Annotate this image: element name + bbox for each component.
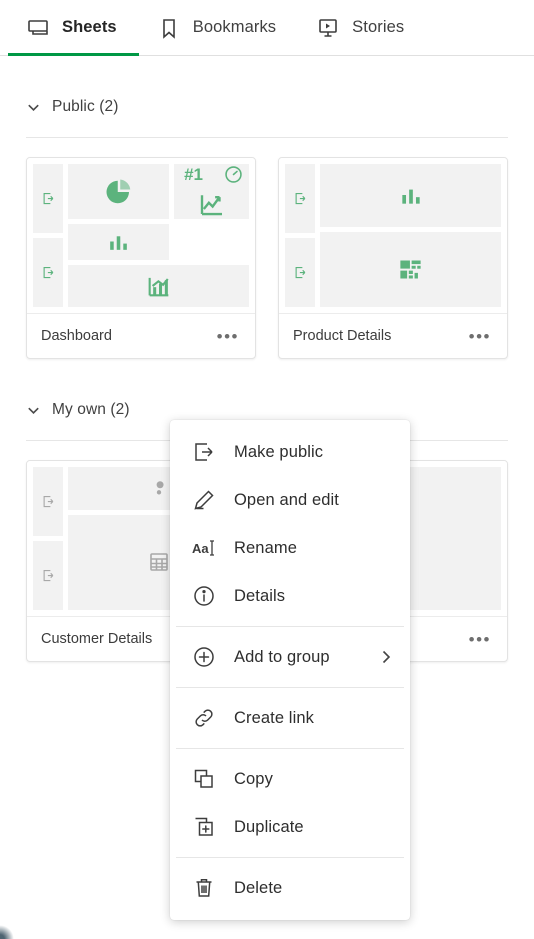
bookmark-icon: [157, 16, 181, 40]
bar-chart-icon: [68, 224, 170, 260]
chevron-down-icon: [26, 403, 41, 418]
menu-item-label: Rename: [234, 538, 297, 557]
menu-item-label: Open and edit: [234, 490, 339, 509]
menu-item-make-public[interactable]: Make public: [170, 428, 410, 476]
sheet-thumbnail: #1: [27, 158, 255, 313]
pencil-edit-icon: [192, 488, 216, 512]
thumbnail-tiles: [320, 164, 501, 307]
filter-pane-icon: [33, 467, 63, 536]
info-circle-icon: [192, 584, 216, 608]
make-public-icon: [192, 440, 216, 464]
sheet-card-dashboard[interactable]: #1 Dashboard •••: [26, 157, 256, 359]
menu-item-label: Duplicate: [234, 817, 304, 836]
chevron-down-icon: [26, 100, 41, 115]
card-more-button[interactable]: •••: [467, 324, 493, 349]
menu-divider: [176, 857, 404, 858]
section-public-title: Public (2): [52, 98, 119, 115]
menu-divider: [176, 687, 404, 688]
thumbnail-rail: [285, 164, 315, 307]
menu-item-copy[interactable]: Copy: [170, 755, 410, 803]
tab-bookmarks-label: Bookmarks: [192, 18, 277, 36]
thumbnail-rail: [33, 467, 63, 610]
card-title: Product Details: [293, 328, 392, 344]
corner-decoration: [0, 925, 14, 939]
tab-sheets[interactable]: Sheets: [8, 0, 139, 56]
menu-item-delete[interactable]: Delete: [170, 864, 410, 912]
section-public: Public (2) #1 Dashboard ••• Product Deta…: [0, 84, 534, 359]
duplicate-icon: [192, 815, 216, 839]
menu-item-label: Details: [234, 586, 286, 605]
stories-icon: [316, 16, 340, 40]
filter-pane-icon: [33, 164, 63, 233]
menu-divider: [176, 748, 404, 749]
treemap-icon: [320, 231, 501, 307]
card-more-button[interactable]: •••: [467, 627, 493, 652]
menu-item-details[interactable]: Details: [170, 572, 410, 620]
kpi-and-gauge-group: #1: [174, 164, 249, 219]
section-my-own-title: My own (2): [52, 401, 130, 418]
tab-stories[interactable]: Stories: [298, 0, 426, 56]
filter-pane-icon: [33, 238, 63, 307]
card-footer: Product Details •••: [279, 313, 507, 358]
rename-aa-icon: Aa: [192, 536, 216, 560]
menu-item-rename[interactable]: Aa Rename: [170, 524, 410, 572]
menu-divider: [176, 626, 404, 627]
card-title: Dashboard: [41, 328, 112, 344]
sheet-context-menu: Make public Open and edit Aa Rename Deta…: [170, 420, 410, 920]
menu-item-label: Create link: [234, 708, 314, 727]
sheet-card-product-details[interactable]: Product Details •••: [278, 157, 508, 359]
menu-item-label: Add to group: [234, 647, 330, 666]
menu-item-label: Make public: [234, 442, 324, 461]
card-more-button[interactable]: •••: [215, 324, 241, 349]
filter-pane-icon: [285, 238, 315, 307]
card-title: Customer Details: [41, 631, 153, 647]
thumbnail-tiles: #1: [68, 164, 249, 307]
section-public-header[interactable]: Public (2): [26, 84, 508, 130]
gauge-icon: [217, 164, 249, 185]
menu-item-create-link[interactable]: Create link: [170, 694, 410, 742]
line-chart-icon: [174, 189, 249, 219]
plus-circle-icon: [192, 645, 216, 669]
trash-delete-icon: [192, 876, 216, 900]
menu-item-label: Delete: [234, 878, 283, 897]
tab-bookmarks[interactable]: Bookmarks: [139, 0, 298, 56]
tab-sheets-label: Sheets: [62, 18, 117, 36]
pie-chart-icon: [68, 164, 170, 219]
bar-chart-icon: [320, 164, 501, 227]
copy-icon: [192, 767, 216, 791]
thumbnail-rail: [33, 164, 63, 307]
card-footer: Dashboard •••: [27, 313, 255, 358]
sheet-thumbnail: [279, 158, 507, 313]
chevron-right-icon: [378, 649, 394, 665]
tab-stories-label: Stories: [352, 18, 405, 36]
public-card-grid: #1 Dashboard ••• Product Details •••: [26, 138, 508, 359]
main-tabbar: Sheets Bookmarks Stories: [0, 0, 534, 56]
menu-item-label: Copy: [234, 769, 273, 788]
filter-pane-icon: [285, 164, 315, 233]
menu-item-open-and-edit[interactable]: Open and edit: [170, 476, 410, 524]
kpi-number-icon: #1: [174, 164, 213, 185]
svg-text:Aa: Aa: [192, 541, 209, 556]
menu-item-duplicate[interactable]: Duplicate: [170, 803, 410, 851]
combo-chart-icon: [68, 264, 249, 307]
link-chain-icon: [192, 706, 216, 730]
filter-pane-icon: [33, 541, 63, 610]
menu-item-add-to-group[interactable]: Add to group: [170, 633, 410, 681]
sheets-icon: [26, 16, 50, 40]
